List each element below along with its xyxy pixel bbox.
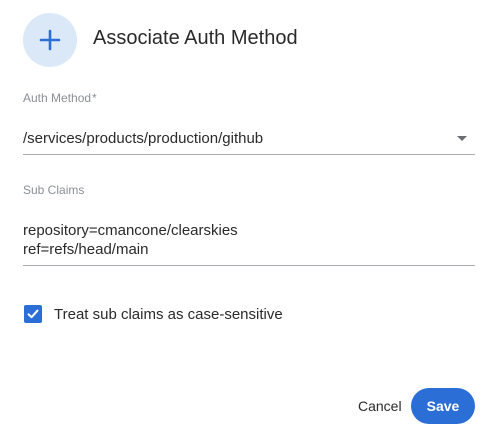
sub-claims-label: Sub Claims (23, 183, 85, 197)
required-marker: * (92, 91, 97, 105)
auth-method-label-text: Auth Method (23, 91, 92, 105)
cancel-button[interactable]: Cancel (349, 392, 411, 420)
dialog-title: Associate Auth Method (93, 27, 298, 49)
sub-claims-textarea[interactable] (23, 214, 475, 266)
case-sensitive-label: Treat sub claims as case-sensitive (54, 305, 283, 323)
case-sensitive-checkbox[interactable] (24, 305, 42, 323)
auth-method-label: Auth Method* (23, 91, 97, 105)
associate-auth-method-dialog: Associate Auth Method Auth Method* /serv… (0, 0, 492, 440)
dropdown-arrow-icon (457, 136, 467, 141)
case-sensitive-option[interactable]: Treat sub claims as case-sensitive (24, 305, 283, 323)
auth-method-select[interactable]: /services/products/production/github (23, 122, 475, 155)
plus-icon (23, 13, 77, 67)
checkmark-icon (27, 309, 39, 319)
save-button[interactable]: Save (411, 388, 475, 424)
auth-method-selected-value: /services/products/production/github (23, 130, 264, 147)
